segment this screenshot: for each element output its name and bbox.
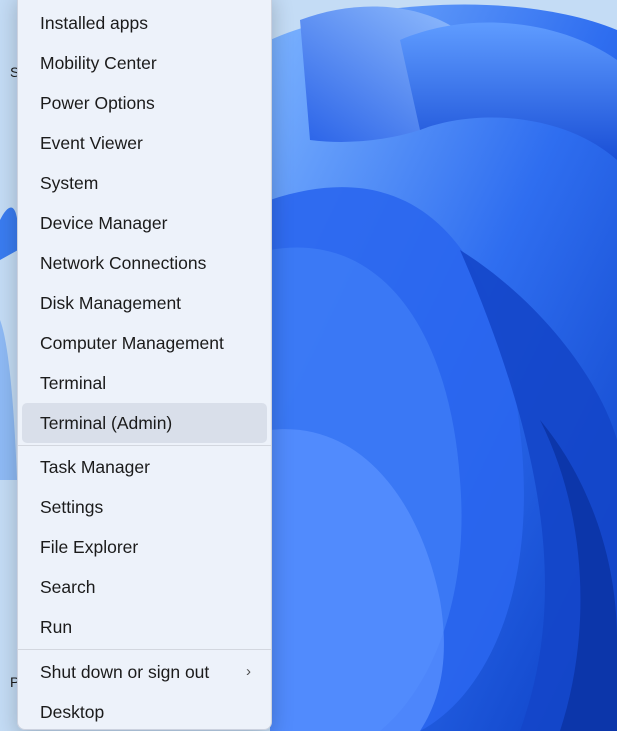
desktop: S P Installed apps Mobility Center Power…	[0, 0, 617, 731]
menu-group-power: Shut down or sign out › Desktop	[18, 652, 271, 731]
menu-item-system[interactable]: System	[22, 163, 267, 203]
menu-item-task-manager[interactable]: Task Manager	[22, 447, 267, 487]
menu-item-run[interactable]: Run	[22, 607, 267, 647]
menu-separator	[18, 445, 271, 446]
menu-item-device-manager[interactable]: Device Manager	[22, 203, 267, 243]
quick-link-menu: Installed apps Mobility Center Power Opt…	[17, 0, 272, 730]
menu-item-installed-apps[interactable]: Installed apps	[22, 3, 267, 43]
menu-item-disk-management[interactable]: Disk Management	[22, 283, 267, 323]
menu-item-label: Shut down or sign out	[40, 662, 210, 682]
menu-item-settings[interactable]: Settings	[22, 487, 267, 527]
menu-separator	[18, 649, 271, 650]
menu-group-apps: Task Manager Settings File Explorer Sear…	[18, 447, 271, 647]
menu-group-tools: Installed apps Mobility Center Power Opt…	[18, 0, 271, 443]
menu-item-file-explorer[interactable]: File Explorer	[22, 527, 267, 567]
menu-item-shut-down-or-sign-out[interactable]: Shut down or sign out ›	[22, 652, 267, 692]
menu-item-mobility-center[interactable]: Mobility Center	[22, 43, 267, 83]
menu-item-power-options[interactable]: Power Options	[22, 83, 267, 123]
menu-item-search[interactable]: Search	[22, 567, 267, 607]
chevron-right-icon: ›	[246, 663, 251, 680]
menu-item-event-viewer[interactable]: Event Viewer	[22, 123, 267, 163]
menu-item-desktop[interactable]: Desktop	[22, 692, 267, 731]
menu-item-terminal-admin[interactable]: Terminal (Admin)	[22, 403, 267, 443]
menu-item-network-connections[interactable]: Network Connections	[22, 243, 267, 283]
menu-item-computer-management[interactable]: Computer Management	[22, 323, 267, 363]
menu-item-terminal[interactable]: Terminal	[22, 363, 267, 403]
